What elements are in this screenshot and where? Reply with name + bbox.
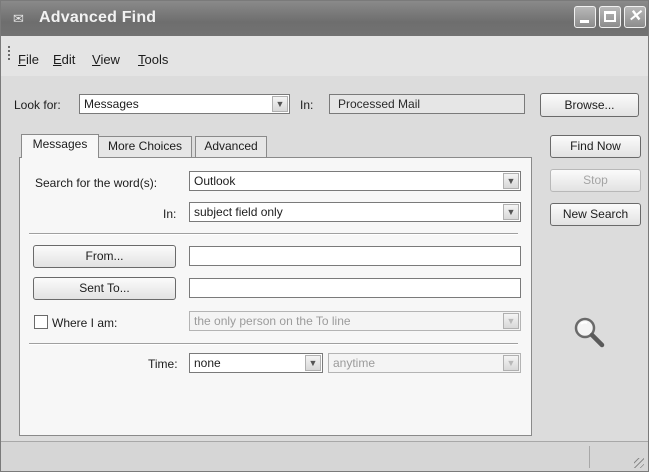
- look-in-label: In:: [300, 98, 314, 112]
- search-in-label: In:: [163, 207, 177, 221]
- search-words-value: Outlook: [194, 174, 236, 188]
- status-bar: [1, 441, 648, 471]
- find-now-button[interactable]: Find Now: [550, 135, 641, 158]
- resize-grip-icon[interactable]: [634, 458, 644, 468]
- minimize-button[interactable]: [574, 6, 596, 28]
- look-in-field: Processed Mail: [329, 94, 525, 114]
- close-icon: ✕: [628, 8, 642, 25]
- time-range-select[interactable]: anytime ▼: [328, 353, 521, 373]
- where-i-am-label: Where I am:: [52, 316, 118, 330]
- magnifier-icon: [574, 317, 605, 348]
- sent-to-button[interactable]: Sent To...: [33, 277, 176, 300]
- sent-to-input[interactable]: [189, 278, 521, 298]
- tab-more-choices[interactable]: More Choices: [98, 136, 192, 157]
- title-bar[interactable]: ✉ Advanced Find ✕: [1, 1, 648, 36]
- new-search-button[interactable]: New Search: [550, 203, 641, 226]
- time-label: Time:: [148, 357, 178, 371]
- search-in-select[interactable]: subject field only ▼: [189, 202, 521, 222]
- menu-edit[interactable]: Edit: [53, 52, 75, 67]
- menu-tools-rest: ools: [144, 52, 169, 67]
- where-i-am-value: the only person on the To line: [194, 314, 351, 328]
- menu-view[interactable]: View: [92, 52, 120, 67]
- menu-file-mnemonic: F: [18, 52, 26, 67]
- menu-view-rest: iew: [100, 52, 120, 67]
- look-for-select[interactable]: Messages ▼: [79, 94, 290, 114]
- menu-bar: File Edit View Tools: [1, 36, 648, 76]
- time-select[interactable]: none ▼: [189, 353, 323, 373]
- time-range-value: anytime: [333, 356, 376, 370]
- tab-messages[interactable]: Messages: [21, 134, 99, 158]
- look-in-value: Processed Mail: [338, 97, 421, 111]
- menu-file[interactable]: File: [18, 52, 39, 67]
- status-divider: [589, 446, 590, 468]
- window-title: Advanced Find: [39, 9, 157, 26]
- separator: [29, 233, 518, 235]
- chevron-down-icon[interactable]: ▼: [272, 96, 288, 112]
- from-button[interactable]: From...: [33, 245, 176, 268]
- look-for-value: Messages: [84, 97, 139, 111]
- tab-advanced[interactable]: Advanced: [195, 136, 267, 157]
- menu-tools[interactable]: Tools: [138, 52, 168, 67]
- where-i-am-checkbox[interactable]: [34, 315, 48, 329]
- time-value: none: [194, 356, 221, 370]
- where-i-am-select[interactable]: the only person on the To line ▼: [189, 311, 521, 331]
- chevron-down-icon[interactable]: ▼: [305, 355, 321, 371]
- maximize-icon: [604, 11, 616, 22]
- stop-button[interactable]: Stop: [550, 169, 641, 192]
- separator: [29, 343, 518, 345]
- look-for-label: Look for:: [14, 98, 61, 112]
- menu-edit-mnemonic: E: [53, 52, 62, 67]
- chevron-down-icon[interactable]: ▼: [503, 173, 519, 189]
- minimize-icon: [580, 20, 589, 23]
- chevron-down-icon[interactable]: ▼: [503, 355, 519, 371]
- close-button[interactable]: ✕: [624, 6, 646, 28]
- search-in-value: subject field only: [194, 205, 283, 219]
- search-words-label: Search for the word(s):: [35, 176, 158, 190]
- chevron-down-icon[interactable]: ▼: [503, 204, 519, 220]
- menu-file-rest: ile: [25, 52, 39, 67]
- search-words-input[interactable]: Outlook ▼: [189, 171, 521, 191]
- app-icon: ✉: [13, 11, 24, 26]
- maximize-button[interactable]: [599, 6, 621, 28]
- browse-button[interactable]: Browse...: [540, 93, 639, 117]
- menu-edit-rest: dit: [61, 52, 76, 67]
- menu-grip[interactable]: [8, 46, 13, 60]
- advanced-find-window: ✉ Advanced Find ✕ File Edit View Tools L…: [0, 0, 649, 472]
- chevron-down-icon[interactable]: ▼: [503, 313, 519, 329]
- from-input[interactable]: [189, 246, 521, 266]
